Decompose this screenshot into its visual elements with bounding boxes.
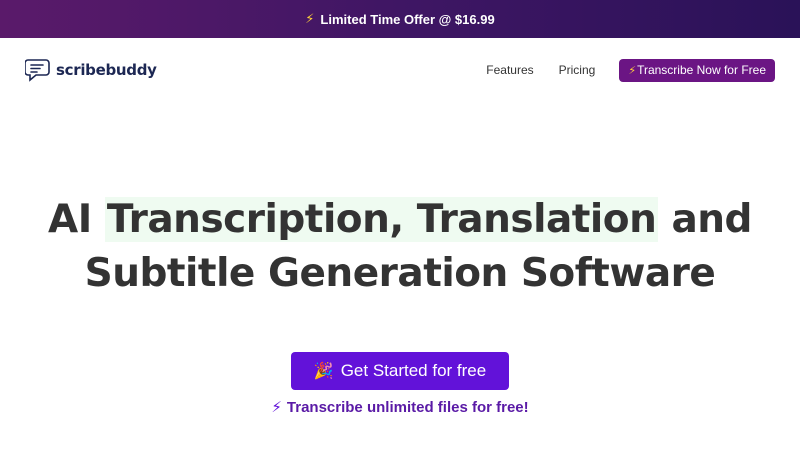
get-started-button[interactable]: 🎉 Get Started for free xyxy=(291,352,509,390)
hero-title-line2: Subtitle Generation Software xyxy=(84,251,716,296)
navbar: scribebuddy Features Pricing ⚡ Transcrib… xyxy=(0,38,800,102)
lightning-icon: ⚡ xyxy=(305,11,315,26)
promo-banner[interactable]: ⚡ Limited Time Offer @ $16.99 xyxy=(0,0,800,38)
lightning-icon: ⚡ xyxy=(628,64,637,77)
chat-bubble-icon xyxy=(25,59,50,82)
free-transcribe-text: Transcribe unlimited files for free! xyxy=(286,399,529,416)
nav-link-pricing[interactable]: Pricing xyxy=(559,63,596,77)
hero-title: AI Transcription, Translation and Subtit… xyxy=(0,193,800,301)
nav-link-features[interactable]: Features xyxy=(486,63,533,77)
transcribe-now-button[interactable]: ⚡ Transcribe Now for Free xyxy=(619,58,775,82)
get-started-label: Get Started for free xyxy=(340,361,487,380)
logo[interactable]: scribebuddy xyxy=(25,57,157,83)
lightning-icon: ⚡ xyxy=(271,399,282,416)
hero-title-prefix: AI xyxy=(48,197,105,242)
nav-links: Features Pricing ⚡ Transcribe Now for Fr… xyxy=(486,58,775,82)
party-popper-icon: 🎉 xyxy=(313,363,334,380)
transcribe-now-label: Transcribe Now for Free xyxy=(637,63,766,77)
hero-title-highlight: Transcription, Translation xyxy=(104,197,659,242)
promo-banner-text: Limited Time Offer @ $16.99 xyxy=(320,11,495,27)
free-transcribe-note: ⚡ Transcribe unlimited files for free! xyxy=(0,398,800,416)
logo-text: scribebuddy xyxy=(56,61,157,79)
hero-title-suffix: and xyxy=(658,197,752,242)
